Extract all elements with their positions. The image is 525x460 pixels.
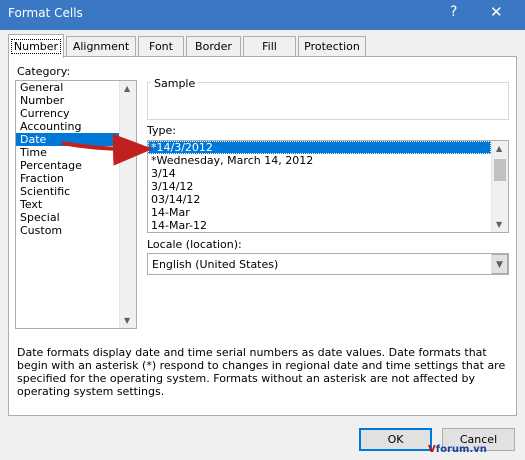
tab-number[interactable]: Number <box>8 34 64 58</box>
annotation-arrow-icon <box>61 133 153 166</box>
ok-button[interactable]: OK <box>359 428 432 451</box>
watermark-logo: Vforum.vn <box>428 444 487 455</box>
